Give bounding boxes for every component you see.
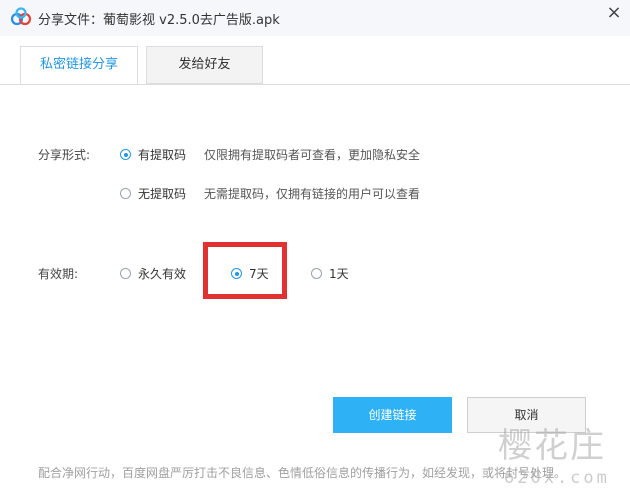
create-link-button[interactable]: 创建链接: [333, 397, 452, 433]
tabs-divider: [0, 84, 630, 85]
watermark: 樱花庄 620x.com: [496, 418, 626, 498]
dialog-title: 分享文件：葡萄影视 v2.5.0去广告版.apk: [38, 13, 280, 28]
footer-notice: 配合净网行动，百度网盘严厉打击不良信息、色情低俗信息的传播行为，如经发现，或将封…: [38, 466, 567, 480]
tab-send-to-friend[interactable]: 发给好友: [146, 46, 263, 84]
option-description: 仅限拥有提取码者可查看，更加隐私安全: [204, 148, 421, 162]
share-mode-label: 分享形式:: [38, 148, 91, 162]
radio-label-with-code[interactable]: 有提取码: [138, 146, 186, 163]
radio-button[interactable]: [120, 268, 131, 279]
validity-option-permanent[interactable]: 永久有效: [120, 265, 186, 282]
watermark-text: 樱花庄: [498, 426, 606, 466]
share-mode-option-no-code[interactable]: 无提取码 无需提取码，仅拥有链接的用户可以查看: [120, 185, 420, 202]
baidu-cloud-logo-icon: [10, 7, 32, 26]
watermark-domain: 620x.com: [504, 468, 610, 488]
validity-option-1-day[interactable]: 1天: [311, 265, 349, 282]
tab-private-link-share[interactable]: 私密链接分享: [20, 46, 138, 85]
share-mode-option-with-code[interactable]: 有提取码 仅限拥有提取码者可查看，更加隐私安全: [120, 146, 420, 163]
radio-label-permanent[interactable]: 永久有效: [138, 265, 186, 282]
radio-label-no-code[interactable]: 无提取码: [138, 185, 186, 202]
radio-button-checked[interactable]: [120, 149, 131, 160]
radio-button[interactable]: [311, 268, 322, 279]
annotation-highlight-box: [203, 242, 287, 299]
option-description: 无需提取码，仅拥有链接的用户可以查看: [204, 187, 421, 201]
share-dialog: 分享文件：葡萄影视 v2.5.0去广告版.apk × 私密链接分享 发给好友 分…: [0, 0, 630, 499]
close-icon[interactable]: ×: [604, 3, 624, 23]
radio-button[interactable]: [120, 188, 131, 199]
title-bar: 分享文件：葡萄影视 v2.5.0去广告版.apk ×: [0, 0, 630, 36]
validity-label: 有效期:: [38, 267, 79, 281]
radio-label-1-day[interactable]: 1天: [329, 265, 349, 282]
